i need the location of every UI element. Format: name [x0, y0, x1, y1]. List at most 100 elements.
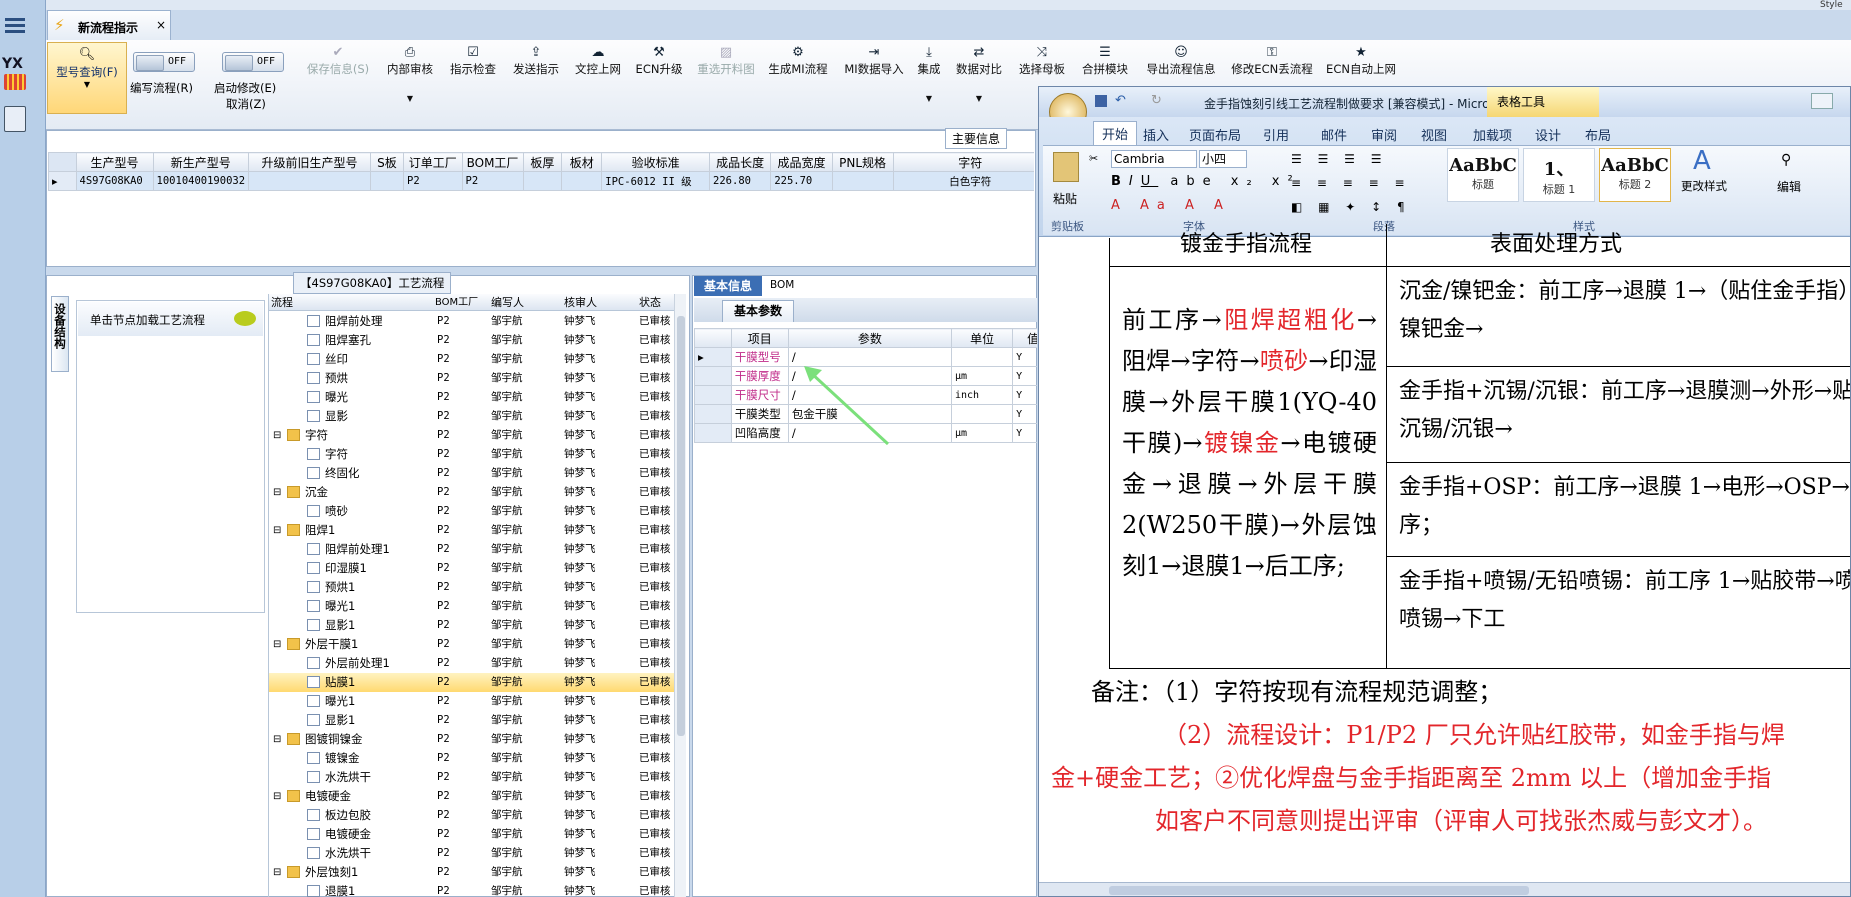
subtab-basic-params[interactable]: 基本参数	[722, 300, 794, 322]
col-8[interactable]: 验收标准	[601, 152, 711, 172]
tree-row[interactable]: 预烘 P2 邹宇航 钟梦飞 已审核	[269, 369, 674, 388]
paste-icon[interactable]	[1053, 152, 1079, 182]
cell-9[interactable]: 226.80	[709, 171, 772, 191]
paragraph-buttons[interactable]: ☰ ☰ ☰ ☰	[1291, 152, 1387, 166]
change-styles-icon[interactable]: A	[1693, 146, 1711, 176]
tree-row[interactable]: ⊟ 阻焊1 P2 邹宇航 钟梦飞 已审核	[269, 521, 674, 540]
start-modify-toggle[interactable]: OFF	[222, 52, 284, 72]
cell-8[interactable]: IPC-6012 II 级	[601, 171, 711, 191]
集成-button[interactable]: ⤓ 集成 ▼	[912, 46, 946, 136]
tree-row[interactable]: 阻焊前处理 P2 邹宇航 钟梦飞 已审核	[269, 312, 674, 331]
cell-12[interactable]: 白色字符	[892, 171, 1034, 191]
menu-icon[interactable]	[5, 18, 25, 34]
tree-row[interactable]: 终固化 P2 邹宇航 钟梦飞 已审核	[269, 464, 674, 483]
生成mi流程-button[interactable]: ⚙ 生成MI流程	[762, 46, 834, 136]
word-tab-0[interactable]: 开始	[1093, 121, 1138, 145]
change-styles-label[interactable]: 更改样式	[1681, 178, 1727, 194]
col-4[interactable]: 订单工厂	[403, 152, 463, 172]
tree-row[interactable]: 显影 P2 邹宇航 钟梦飞 已审核	[269, 407, 674, 426]
col-2[interactable]: 升级前旧生产型号	[248, 152, 371, 172]
word-tab-4[interactable]: 邮件	[1321, 125, 1347, 144]
文控上网-button[interactable]: ☁ 文控上网	[570, 46, 626, 136]
model-query-button[interactable]: 🔍︎ 型号查询(F) ▼	[47, 42, 127, 114]
col-9[interactable]: 成品长度	[709, 152, 772, 172]
word-tab-1[interactable]: 插入	[1143, 125, 1169, 144]
word-tab-2[interactable]: 页面布局	[1189, 125, 1241, 144]
数据对比-button[interactable]: ⇄ 数据对比 ▼	[951, 46, 1007, 136]
word-tab-5[interactable]: 审阅	[1371, 125, 1397, 144]
mi数据导入-button[interactable]: ⇥ MI数据导入	[839, 46, 909, 136]
cell-7[interactable]	[561, 171, 603, 191]
col-1[interactable]: 新生产型号	[152, 152, 250, 172]
style-swatch[interactable]: AaBbC 标题	[1447, 148, 1519, 202]
col-12[interactable]: 字符	[892, 152, 1034, 172]
expand-icon[interactable]: ⊟	[273, 863, 281, 882]
scissors-icon[interactable]: ✂	[1089, 152, 1098, 165]
发送指示-button[interactable]: ⇪ 发送指示	[507, 46, 565, 136]
tree-row[interactable]: 印湿膜1 P2 邹宇航 钟梦飞 已审核	[269, 559, 674, 578]
tree-row[interactable]: 退膜1 P2 邹宇航 钟梦飞 已审核	[269, 882, 674, 897]
vertical-tab-device-structure[interactable]: 设备结构	[51, 296, 69, 372]
undo-icon[interactable]: ↶	[1115, 93, 1126, 108]
binoculars-icon[interactable]: ⚲	[1781, 152, 1791, 168]
cell-6[interactable]	[522, 171, 563, 191]
col-11[interactable]: PNL规格	[831, 152, 894, 172]
tab-bom[interactable]: BOM	[770, 279, 794, 291]
tab-basic-info[interactable]: 基本信息	[694, 276, 762, 296]
cancel-label[interactable]: 取消(Z)	[226, 96, 266, 112]
tree-row[interactable]: ⊟ 外层干膜1 P2 邹宇航 钟梦飞 已审核	[269, 635, 674, 654]
tree-row[interactable]: 字符 P2 邹宇航 钟梦飞 已审核	[269, 445, 674, 464]
tree-row[interactable]: 曝光 P2 邹宇航 钟梦飞 已审核	[269, 388, 674, 407]
tree-row[interactable]: ⊟ 沉金 P2 邹宇航 钟梦飞 已审核	[269, 483, 674, 502]
cell-3[interactable]	[369, 171, 405, 191]
tree-row[interactable]: 曝光1 P2 邹宇航 钟梦飞 已审核	[269, 692, 674, 711]
tree-row[interactable]: 电镀硬金 P2 邹宇航 钟梦飞 已审核	[269, 825, 674, 844]
tree-row[interactable]: 镀镍金 P2 邹宇航 钟梦飞 已审核	[269, 749, 674, 768]
tree-row[interactable]: 曝光1 P2 邹宇航 钟梦飞 已审核	[269, 597, 674, 616]
col-0[interactable]: 生产型号	[75, 152, 154, 172]
hint-header[interactable]: 单击节点加载工艺流程	[78, 302, 263, 336]
style-swatch[interactable]: 1、 标题 1	[1523, 148, 1595, 202]
expand-icon[interactable]: ⊟	[273, 426, 281, 445]
cell-5[interactable]: P2	[461, 171, 524, 191]
align-buttons[interactable]: ≡ ≡ ≡ ≡ ≡	[1291, 176, 1411, 190]
重选开料图-button[interactable]: ▨ 重选开料图	[693, 46, 759, 136]
tree-row[interactable]: 预烘1 P2 邹宇航 钟梦飞 已审核	[269, 578, 674, 597]
cell-2[interactable]	[248, 171, 371, 191]
tree-row[interactable]: 外层前处理1 P2 邹宇航 钟梦飞 已审核	[269, 654, 674, 673]
cell-11[interactable]	[831, 171, 894, 191]
tree-row[interactable]: 丝印 P2 邹宇航 钟梦飞 已审核	[269, 350, 674, 369]
calculator-icon[interactable]	[4, 106, 26, 132]
expand-icon[interactable]: ⊟	[273, 730, 281, 749]
cell-10[interactable]: 225.70	[770, 171, 833, 191]
保存信息s-button[interactable]: ✔ 保存信息(S)	[298, 46, 378, 136]
cell-1[interactable]: 10010400190032	[152, 171, 250, 191]
col-10[interactable]: 成品宽度	[770, 152, 833, 172]
内部审核-button[interactable]: ⎙ 内部审核 ▼	[380, 46, 440, 136]
ecn升级-button[interactable]: ⚒ ECN升级	[631, 46, 687, 136]
col-7[interactable]: 板材	[561, 152, 603, 172]
col-3[interactable]: S板	[369, 152, 405, 172]
word-tab-9[interactable]: 布局	[1585, 125, 1611, 144]
tree-row[interactable]: 阻焊前处理1 P2 邹宇航 钟梦飞 已审核	[269, 540, 674, 559]
font-buttons[interactable]: BIU abe x₂ x²	[1111, 174, 1301, 189]
word-tab-6[interactable]: 视图	[1421, 125, 1447, 144]
指示检查-button[interactable]: ☑ 指示检查	[444, 46, 502, 136]
tree-row[interactable]: ⊟ 字符 P2 邹宇航 钟梦飞 已审核	[269, 426, 674, 445]
save-icon[interactable]	[1095, 95, 1107, 107]
tree-row[interactable]: 阻焊塞孔 P2 邹宇航 钟梦飞 已审核	[269, 331, 674, 350]
cell-0[interactable]: 4S97G08KA0	[75, 171, 154, 191]
word-tab-7[interactable]: 加载项	[1473, 125, 1512, 144]
word-tab-8[interactable]: 设计	[1535, 125, 1561, 144]
tab-close-button[interactable]: ×	[156, 18, 166, 32]
tree-row[interactable]: 贴膜1 P2 邹宇航 钟梦飞 已审核	[269, 673, 674, 692]
paste-label[interactable]: 粘贴	[1053, 190, 1077, 207]
shading-buttons[interactable]: ◧ ▦ ✦ ↕ ¶	[1291, 200, 1411, 214]
tree-row[interactable]: 显影1 P2 邹宇航 钟梦飞 已审核	[269, 616, 674, 635]
font-name-select[interactable]: Cambria	[1111, 150, 1197, 168]
tree-row[interactable]: 显影1 P2 邹宇航 钟梦飞 已审核	[269, 711, 674, 730]
font-color-row[interactable]: A Aa A A	[1111, 198, 1231, 213]
font-size-select[interactable]: 小四	[1199, 150, 1247, 168]
tree-row[interactable]: ⊟ 电镀硬金 P2 邹宇航 钟梦飞 已审核	[269, 787, 674, 806]
col-5[interactable]: BOM工厂	[461, 152, 524, 172]
